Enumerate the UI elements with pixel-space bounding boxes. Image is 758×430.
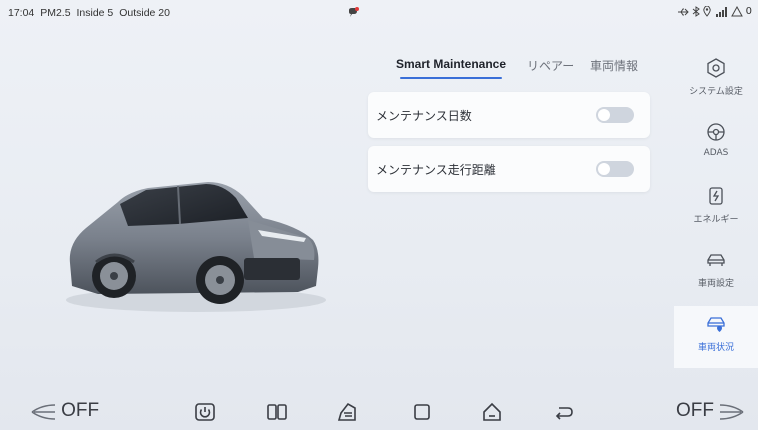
usb-icon [677, 8, 689, 15]
status-icons: 0 [677, 6, 752, 17]
sidebar-item-energy[interactable]: エネルギー [674, 178, 758, 240]
sidebar-item-car-status[interactable]: 車両状況 [674, 306, 758, 368]
airflow-icon [31, 403, 56, 420]
pm25-label: PM2.5 [40, 7, 71, 19]
inside-reading: Inside 5 [76, 7, 114, 19]
tab-smart-maintenance[interactable]: Smart Maintenance [396, 57, 506, 79]
left-fan-control[interactable]: OFF [30, 400, 99, 422]
toggle-knob [598, 109, 610, 121]
sidebar-item-label: 車両設定 [697, 279, 734, 289]
bottom-bar: OFF OFF [0, 394, 758, 430]
car-window-icon[interactable] [336, 401, 358, 423]
voice-assistant-icon[interactable] [346, 6, 360, 20]
left-fan-status: OFF [61, 400, 100, 421]
energy-icon [709, 187, 723, 205]
clock: 17:04 [8, 7, 35, 19]
split-screen-icon[interactable] [266, 401, 288, 423]
car-status-icon [707, 317, 725, 332]
right-fan-status: OFF [676, 400, 714, 421]
tab-repair[interactable]: リペアー [527, 57, 574, 74]
system-settings-icon [707, 58, 725, 78]
maintenance-days-toggle[interactable] [596, 107, 634, 123]
tab-vehicle-info[interactable]: 車両情報 [590, 57, 638, 74]
location-icon [702, 6, 711, 17]
power-icon[interactable] [194, 401, 216, 423]
sidebar-item-label: エネルギー [693, 215, 739, 225]
vehicle-image [66, 182, 326, 312]
sidebar-item-label: システム設定 [689, 87, 743, 97]
setting-maintenance-days: メンテナンス日数 [368, 92, 650, 138]
bluetooth-icon [692, 6, 700, 17]
status-right-value: 0 [745, 6, 752, 17]
setting-label: メンテナンス走行距離 [376, 163, 496, 177]
sidebar-item-label: 車両状況 [697, 343, 734, 353]
outside-reading: Outside 20 [119, 7, 170, 19]
home-icon[interactable] [481, 401, 503, 423]
sidebar-item-system-settings[interactable]: システム設定 [674, 50, 758, 112]
signal-icon [715, 6, 727, 17]
back-icon[interactable] [553, 401, 575, 423]
recent-apps-icon[interactable] [411, 401, 433, 423]
status-left: 17:04 PM2.5 Inside 5 Outside 20 [8, 7, 173, 19]
sidebar-item-car-settings[interactable]: 車両設定 [674, 242, 758, 304]
sidebar-item-adas[interactable]: ADAS [674, 114, 758, 176]
toggle-knob [598, 163, 610, 175]
airflow-icon [720, 403, 744, 420]
setting-maintenance-mileage: メンテナンス走行距離 [368, 146, 650, 192]
steering-wheel-icon [707, 123, 725, 141]
status-bar: 17:04 PM2.5 Inside 5 Outside 20 0 [0, 0, 758, 26]
warning-icon [730, 6, 743, 17]
maintenance-mileage-toggle[interactable] [596, 161, 634, 177]
sidebar: システム設定 ADAS エネルギー 車両設定 車両状況 [674, 40, 758, 380]
car-settings-icon [707, 254, 725, 266]
setting-label: メンテナンス日数 [376, 109, 472, 123]
sidebar-item-label: ADAS [703, 148, 729, 158]
right-fan-control[interactable]: OFF [676, 400, 745, 422]
